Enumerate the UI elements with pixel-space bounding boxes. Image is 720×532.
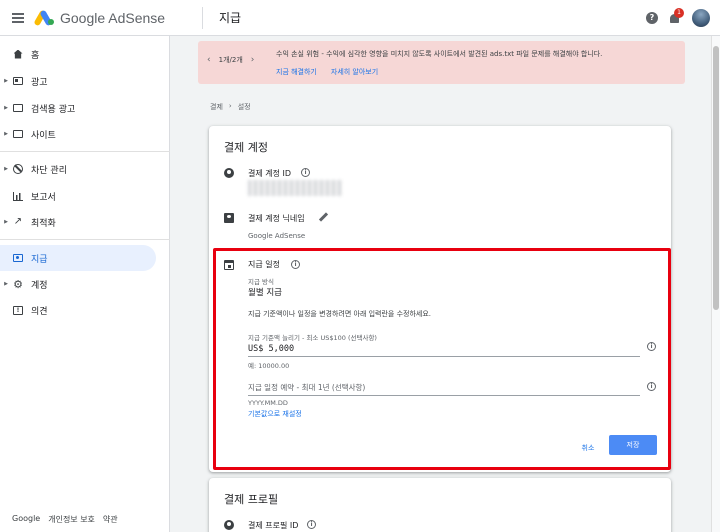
hold-date-underline <box>248 395 640 396</box>
threshold-label: 지급 기준액 늘리기 - 최소 US$100 (선택사항) <box>248 334 377 342</box>
sidebar-item-payments[interactable]: 지급 <box>0 245 156 271</box>
trend-icon: ↗ <box>13 216 23 227</box>
footer-terms-link[interactable]: 약관 <box>103 514 118 525</box>
sidebar-item-blocking[interactable]: ▶ 차단 관리 <box>0 156 156 182</box>
sidebar-item-feedback[interactable]: ! 의견 <box>0 297 156 323</box>
help-icon[interactable]: ? <box>646 11 658 24</box>
page-scrollbar[interactable] <box>711 36 720 532</box>
payment-schedule-highlight <box>213 248 671 470</box>
main-content: ‹ 1개/2개 › 수익 손실 위험 - 수익에 심각한 영향을 미치지 않도록… <box>171 36 711 532</box>
info-icon[interactable]: i <box>307 520 316 529</box>
schedule-description: 지급 기준액이나 일정을 변경하려면 아래 입력란을 수정하세요. <box>248 310 432 318</box>
hold-date-hint: YYYY.MM.DD <box>248 399 288 407</box>
info-icon[interactable]: i <box>647 342 656 351</box>
learn-more-link[interactable]: 자세히 알아보기 <box>331 67 378 77</box>
nickname-value: Google AdSense <box>248 232 306 240</box>
person-icon <box>224 168 234 178</box>
adsense-logo-icon <box>33 9 54 26</box>
edit-pencil-icon[interactable] <box>319 213 328 222</box>
payments-account-card: 결제 계정 결제 계정 ID i 결제 계정 닉네임 Google AdSens… <box>209 126 671 472</box>
menu-button[interactable] <box>0 0 36 36</box>
chevron-right-icon[interactable]: › <box>251 55 255 65</box>
sidebar-item-search-ads[interactable]: ▶ 검색용 광고 <box>0 95 156 121</box>
hold-date-input[interactable]: 지급 일정 예약 - 최대 1년 (선택사항) <box>248 382 365 393</box>
fix-now-link[interactable]: 지금 해결하기 <box>276 67 317 77</box>
home-icon <box>13 49 23 59</box>
expand-arrow-icon: ▶ <box>4 105 8 111</box>
breadcrumb-settings: 설정 <box>237 103 251 111</box>
sidebar-item-home[interactable]: 홈 <box>0 41 156 67</box>
notification-badge: 1 <box>674 7 684 18</box>
block-icon <box>13 164 23 174</box>
sidebar-footer: Google 개인정보 보호 약관 <box>12 514 118 525</box>
adsense-logo[interactable]: Google AdSense <box>33 9 170 26</box>
method-value: 월별 지급 <box>248 288 282 298</box>
notifications-button[interactable]: 1 <box>668 7 684 25</box>
threshold-hint: 예: 10000.00 <box>248 362 290 370</box>
sidebar-item-sites[interactable]: ▶ 사이트 <box>0 121 156 147</box>
payments-account-title: 결제 계정 <box>224 141 268 154</box>
app-name: Google AdSense <box>60 9 166 26</box>
account-avatar[interactable] <box>692 8 710 27</box>
threshold-input[interactable]: US$ 5,000 <box>248 344 294 354</box>
profile-id-label: 결제 프로필 ID <box>248 521 299 530</box>
sidebar-item-ads[interactable]: ▶ 광고 <box>0 68 156 94</box>
reset-default-link[interactable]: 기본값으로 재설정 <box>248 409 302 419</box>
badge-icon <box>224 213 234 223</box>
method-label: 지급 방식 <box>248 278 274 286</box>
account-id-value-redacted <box>248 180 342 196</box>
expand-arrow-icon: ▶ <box>4 281 8 287</box>
breadcrumb-separator: › <box>228 102 232 110</box>
calendar-icon <box>224 260 234 270</box>
top-app-bar: Google AdSense 지급 ? 1 <box>0 0 720 36</box>
reports-icon <box>13 191 23 201</box>
cancel-button[interactable]: 취소 <box>571 439 605 457</box>
scroll-thumb[interactable] <box>713 46 719 310</box>
expand-arrow-icon: ▶ <box>4 78 8 84</box>
footer-privacy-link[interactable]: 개인정보 보호 <box>48 514 95 525</box>
payments-profile-title: 결제 프로필 <box>224 493 279 506</box>
payment-schedule-title: 지급 일정 <box>248 260 280 269</box>
nickname-label: 결제 계정 닉네임 <box>248 214 305 223</box>
page-title: 지급 <box>219 11 242 25</box>
expand-arrow-icon: ▶ <box>4 219 8 225</box>
breadcrumb: 결제 › 설정 <box>210 102 251 112</box>
footer-google: Google <box>12 514 41 523</box>
hamburger-icon <box>12 16 24 19</box>
alert-pager: 1개/2개 <box>218 56 243 64</box>
alert-message: 수익 손실 위험 - 수익에 심각한 영향을 미치지 않도록 사이트에서 발견된… <box>276 50 603 58</box>
ads-icon <box>13 77 23 85</box>
sidebar-item-reports[interactable]: 보고서 <box>0 183 156 209</box>
sidebar: 홈 ▶ 광고 ▶ 검색용 광고 ▶ 사이트 ▶ 차단 관리 보고서 ▶ ↗ 최적… <box>0 36 170 532</box>
chevron-left-icon[interactable]: ‹ <box>207 55 211 65</box>
feedback-icon: ! <box>13 305 23 315</box>
info-icon[interactable]: i <box>301 168 310 177</box>
sidebar-divider <box>0 151 170 152</box>
info-icon[interactable]: i <box>647 382 656 391</box>
breadcrumb-payments[interactable]: 결제 <box>210 102 223 112</box>
header-divider <box>202 6 203 29</box>
expand-arrow-icon: ▶ <box>4 166 8 172</box>
save-button[interactable]: 저장 <box>609 435 657 455</box>
expand-arrow-icon: ▶ <box>4 131 8 137</box>
info-icon[interactable]: i <box>291 260 300 269</box>
account-id-label: 결제 계정 ID <box>248 169 292 178</box>
sidebar-divider <box>0 239 170 240</box>
sidebar-item-optimization[interactable]: ▶ ↗ 최적화 <box>0 209 156 235</box>
payments-profile-card: 결제 프로필 결제 프로필 ID i <box>209 478 671 532</box>
sites-icon <box>13 130 23 138</box>
alert-banner: ‹ 1개/2개 › 수익 손실 위험 - 수익에 심각한 영향을 미치지 않도록… <box>198 41 685 84</box>
search-ads-icon <box>13 104 23 112</box>
payments-icon <box>13 254 23 262</box>
sidebar-item-account[interactable]: ▶ ⚙ 계정 <box>0 271 156 297</box>
gear-icon: ⚙ <box>13 277 23 291</box>
threshold-underline <box>248 356 640 357</box>
person-icon <box>224 520 234 530</box>
